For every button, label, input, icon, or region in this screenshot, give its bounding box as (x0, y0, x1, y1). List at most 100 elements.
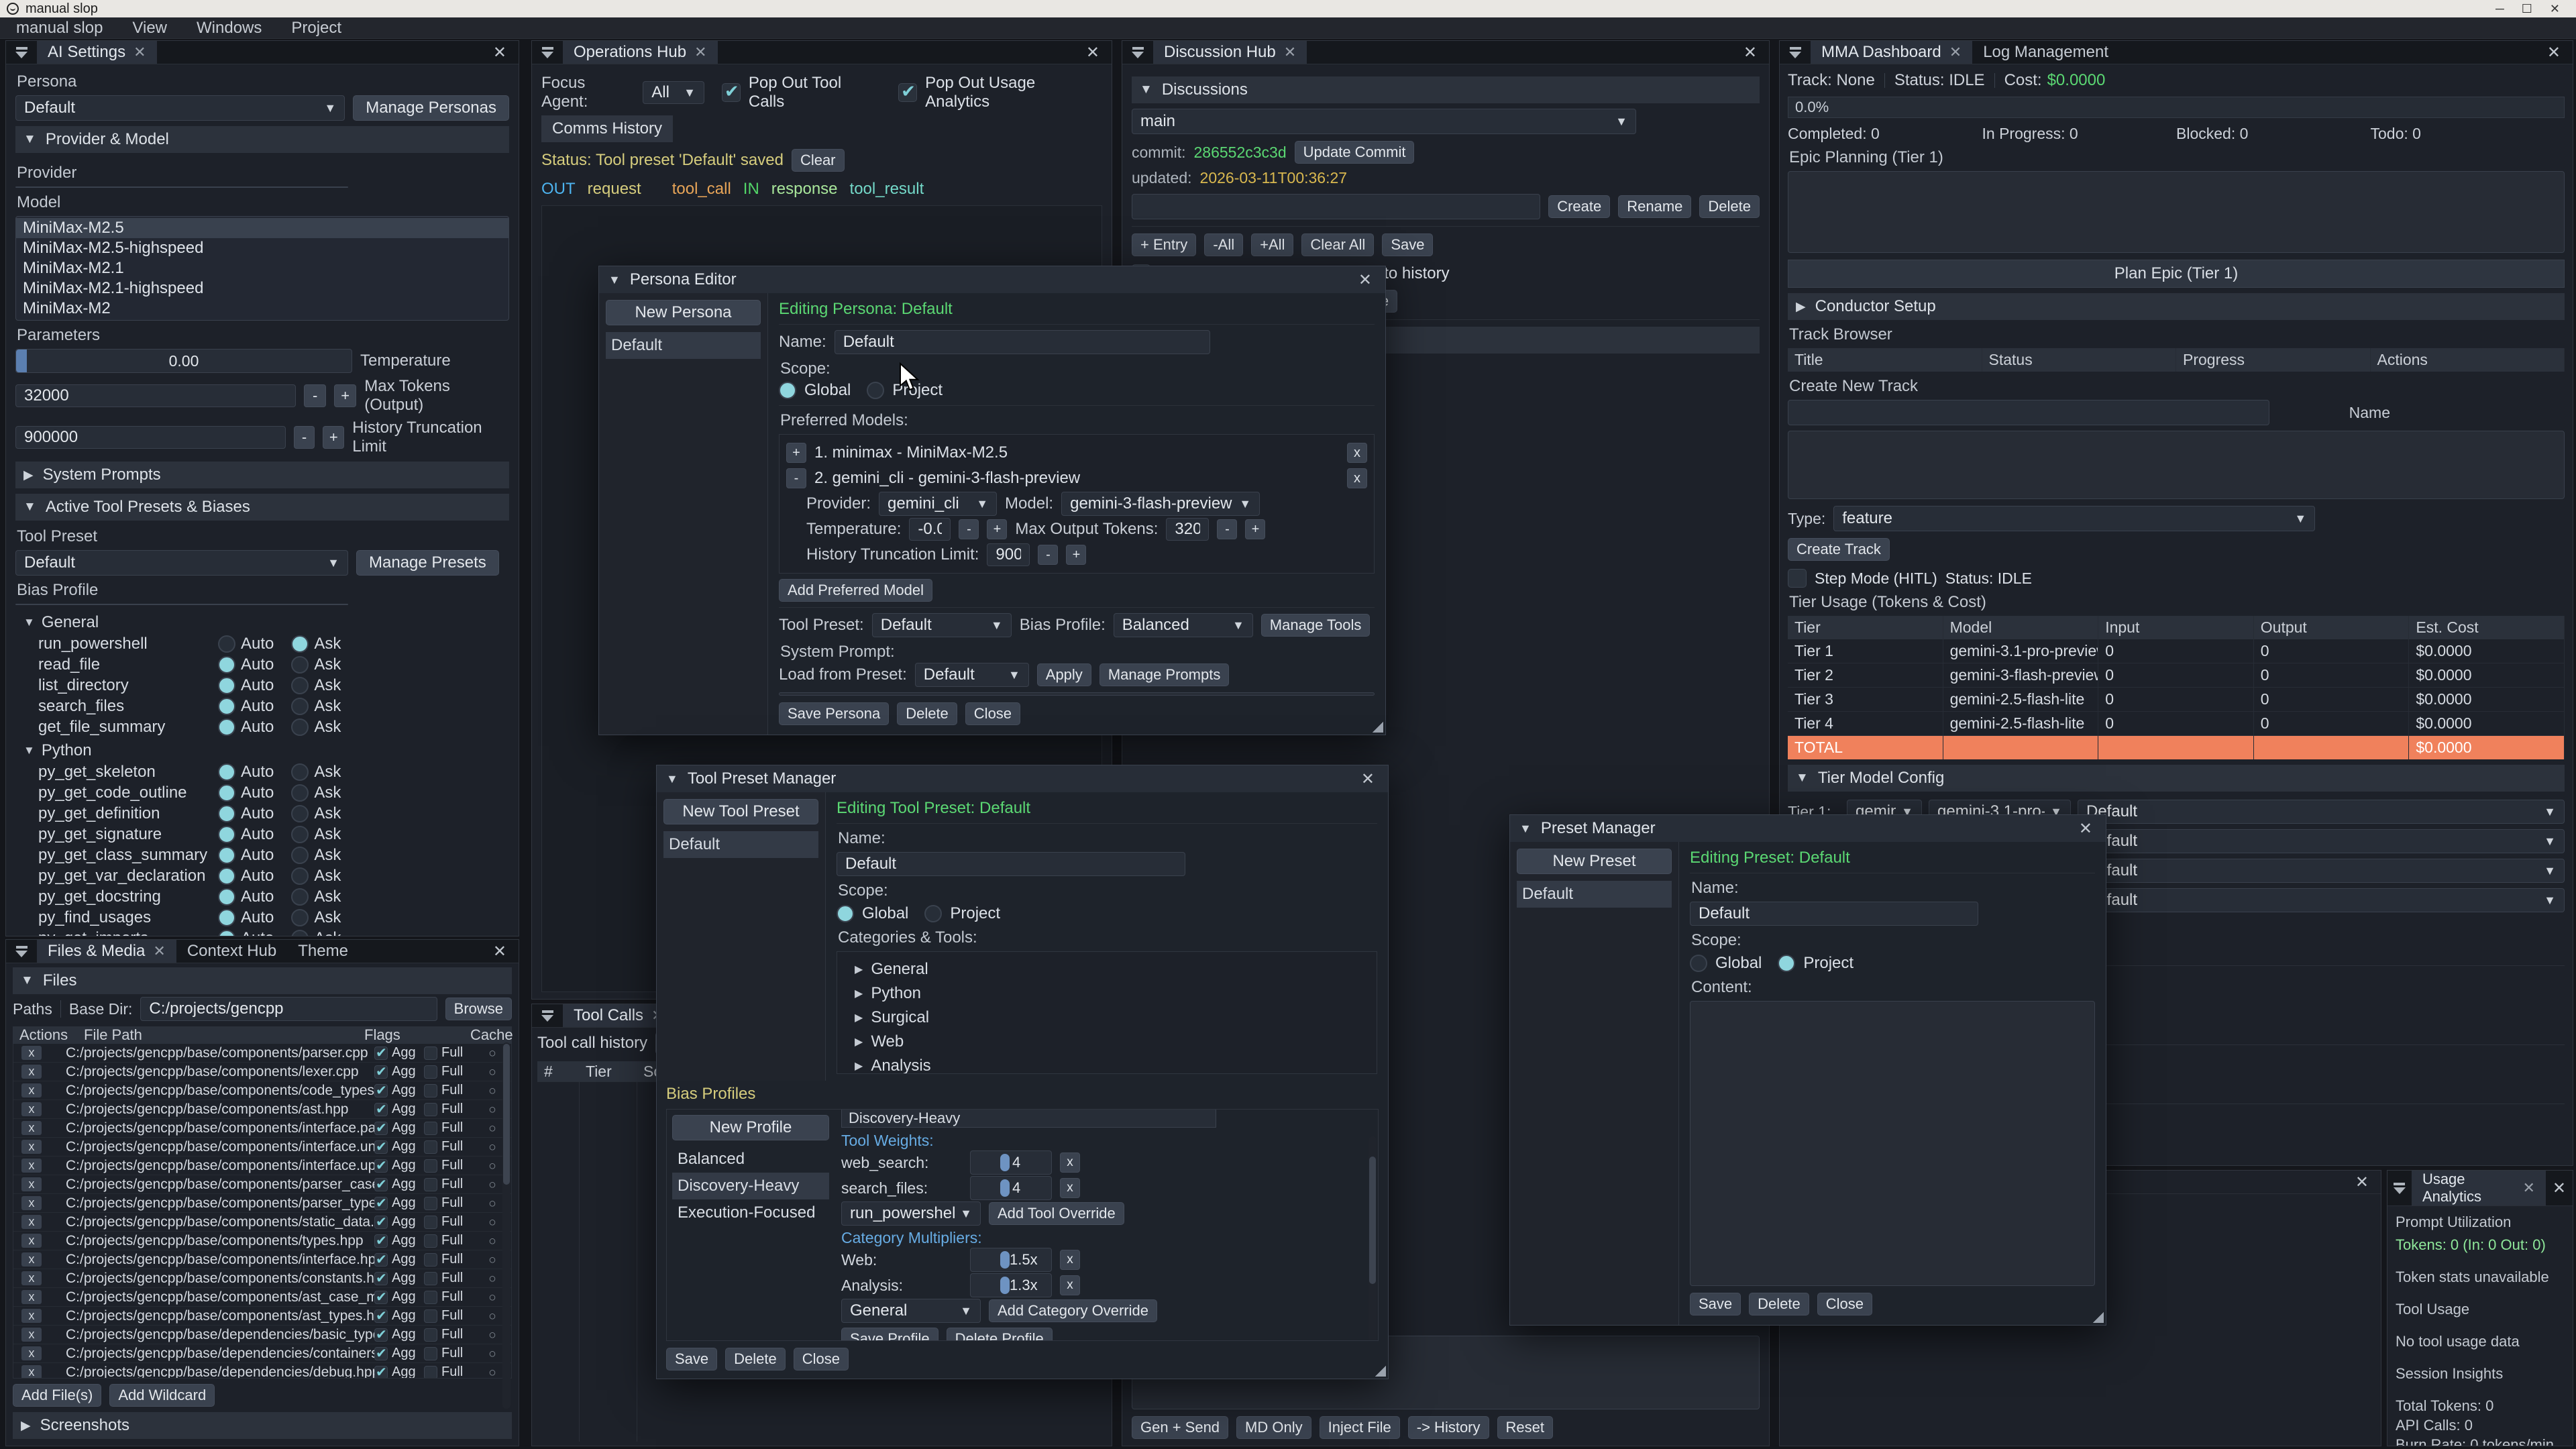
menu-item[interactable]: View (132, 19, 167, 38)
category-node[interactable]: Web (855, 1030, 1370, 1054)
remove-weight-button[interactable]: x (1060, 1152, 1080, 1173)
agg-checkbox[interactable] (374, 1291, 388, 1304)
delete-tool-preset-button[interactable]: Delete (725, 1348, 786, 1371)
tool-preset-name-input[interactable]: Default (837, 852, 1185, 876)
step-mode-checkbox[interactable] (1788, 569, 1807, 588)
panel-close-icon[interactable]: ✕ (1731, 41, 1769, 64)
auto-radio[interactable] (218, 677, 235, 694)
save-profile-button[interactable]: Save Profile (841, 1328, 938, 1340)
project-radio[interactable] (1778, 955, 1795, 972)
ask-radio[interactable] (291, 909, 309, 926)
remove-file-button[interactable]: x (21, 1065, 42, 1079)
create-discussion-button[interactable]: Create (1548, 195, 1610, 218)
delete-persona-button[interactable]: Delete (897, 702, 957, 725)
full-checkbox[interactable] (424, 1328, 437, 1342)
model-option[interactable]: MiniMax-M2.5-highspeed (16, 238, 508, 258)
full-checkbox[interactable] (424, 1234, 437, 1248)
full-checkbox[interactable] (424, 1253, 437, 1267)
remove-file-button[interactable]: x (21, 1177, 42, 1191)
category-override-select[interactable]: General (841, 1299, 981, 1323)
panel-menu-icon[interactable] (1122, 41, 1153, 64)
file-table-scrollbar[interactable] (502, 1042, 511, 1409)
panel-close-icon[interactable]: ✕ (481, 41, 519, 64)
auto-radio[interactable] (218, 635, 235, 653)
tool-preset-select[interactable]: Default (15, 550, 348, 576)
ask-radio[interactable] (291, 698, 309, 715)
history-button[interactable]: Save (1382, 233, 1433, 256)
auto-radio[interactable] (218, 698, 235, 715)
resize-grip[interactable] (1374, 1364, 1386, 1377)
panel-close-icon[interactable]: ✕ (1074, 41, 1112, 64)
close-preset-button[interactable]: Close (1817, 1293, 1872, 1316)
track-type-select[interactable]: feature (1833, 506, 2315, 531)
tab-close-icon[interactable]: ✕ (694, 44, 706, 61)
panel-close-icon[interactable]: ✕ (2546, 1171, 2573, 1205)
delete-profile-button[interactable]: Delete Profile (947, 1328, 1053, 1340)
persona-list-item[interactable]: Default (606, 332, 761, 359)
persona-editor-titlebar[interactable]: Persona Editor ✕ (599, 266, 1385, 293)
close-persona-button[interactable]: Close (965, 702, 1020, 725)
tool-preset-manager-titlebar[interactable]: Tool Preset Manager ✕ (657, 765, 1388, 792)
history-limit-input[interactable]: 900000 (15, 426, 286, 449)
ask-radio[interactable] (291, 826, 309, 843)
agg-checkbox[interactable] (374, 1309, 388, 1323)
delete-preset-button[interactable]: Delete (1749, 1293, 1809, 1316)
manage-presets-button[interactable]: Manage Presets (356, 550, 499, 576)
clear-status-button[interactable]: Clear (792, 149, 845, 172)
full-checkbox[interactable] (424, 1122, 437, 1135)
max-tokens-decrement[interactable]: - (304, 384, 326, 407)
panel-close-icon[interactable]: ✕ (481, 940, 519, 963)
tab-context-hub[interactable]: Context Hub (176, 940, 287, 963)
project-radio[interactable] (867, 382, 884, 399)
auto-radio[interactable] (218, 888, 235, 906)
history-button[interactable]: + Entry (1132, 233, 1196, 256)
full-checkbox[interactable] (424, 1065, 437, 1079)
auto-radio[interactable] (218, 784, 235, 802)
track-description-textarea[interactable] (1788, 431, 2565, 499)
history-limit-increment[interactable]: + (323, 426, 344, 449)
ask-radio[interactable] (291, 847, 309, 864)
remove-multiplier-button[interactable]: x (1060, 1250, 1080, 1270)
move-down-button[interactable]: - (786, 468, 806, 488)
create-track-button[interactable]: Create Track (1788, 538, 1890, 561)
hist-decrement[interactable]: - (1038, 545, 1058, 565)
category-node[interactable]: General (855, 957, 1370, 981)
agg-checkbox[interactable] (374, 1046, 388, 1060)
remove-file-button[interactable]: x (21, 1252, 42, 1267)
preset-manager-titlebar[interactable]: Preset Manager ✕ (1510, 815, 2106, 842)
remove-file-button[interactable]: x (21, 1290, 42, 1304)
tool-group-header[interactable]: Python (23, 741, 509, 760)
menu-item[interactable]: Windows (197, 19, 262, 38)
popout-usage-checkbox[interactable] (898, 83, 917, 102)
remove-file-button[interactable]: x (21, 1234, 42, 1248)
agg-checkbox[interactable] (374, 1178, 388, 1191)
remove-file-button[interactable]: x (21, 1309, 42, 1323)
remove-file-button[interactable]: x (21, 1328, 42, 1342)
tab-mma-dashboard[interactable]: MMA Dashboard ✕ (1811, 41, 1972, 64)
add-tool-override-button[interactable]: Add Tool Override (989, 1202, 1124, 1225)
ask-radio[interactable] (291, 635, 309, 653)
auto-radio[interactable] (218, 805, 235, 822)
comms-history-tab[interactable]: Comms History (541, 115, 673, 142)
tab-close-icon[interactable]: ✕ (153, 943, 165, 960)
panel-close-icon[interactable]: ✕ (2343, 1171, 2381, 1193)
pref-temperature-input[interactable]: -0.0 (909, 518, 951, 541)
provider-model-section-header[interactable]: Provider & Model (15, 126, 509, 153)
history-button[interactable]: Clear All (1301, 233, 1374, 256)
global-radio[interactable] (837, 905, 854, 922)
panel-menu-icon[interactable] (1780, 41, 1811, 64)
panel-menu-icon[interactable] (532, 1004, 563, 1027)
pref-history-input[interactable]: 900000 (987, 543, 1030, 566)
tool-group-header[interactable]: General (23, 613, 509, 632)
category-node[interactable]: Python (855, 981, 1370, 1006)
full-checkbox[interactable] (424, 1347, 437, 1360)
close-icon[interactable]: ✕ (1349, 769, 1379, 789)
pref-provider-select[interactable]: gemini_cli (879, 492, 997, 516)
agg-checkbox[interactable] (374, 1347, 388, 1360)
move-up-button[interactable]: + (786, 443, 806, 463)
remove-model-button[interactable]: x (1347, 443, 1367, 463)
tier-model-config-header[interactable]: Tier Model Config (1788, 765, 2565, 792)
tier-preset-select[interactable]: Default (2078, 888, 2565, 912)
remove-file-button[interactable]: x (21, 1140, 42, 1154)
max-tokens-increment[interactable]: + (334, 384, 356, 407)
